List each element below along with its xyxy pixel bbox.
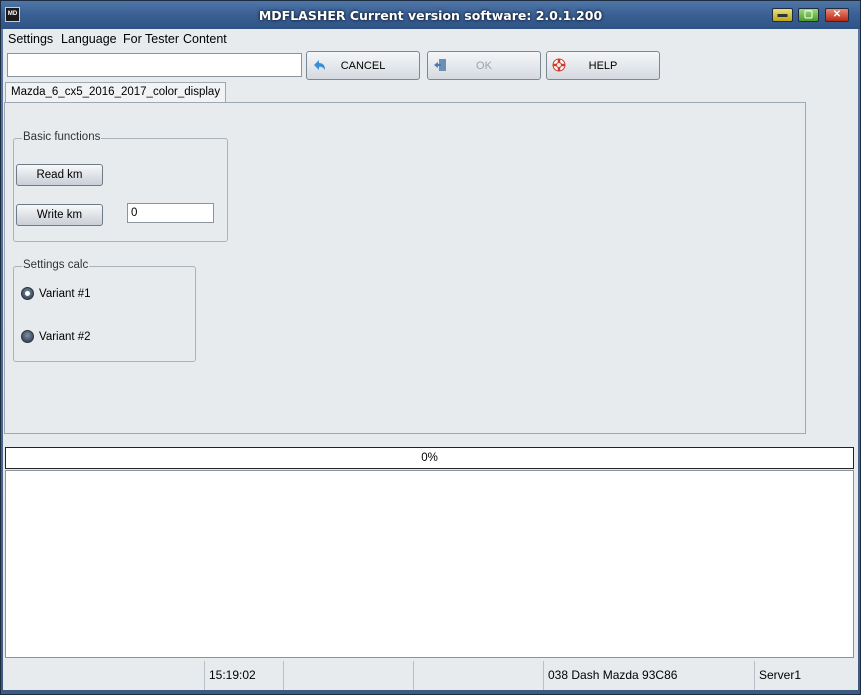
status-cell-3 — [283, 661, 413, 690]
cancel-label: CANCEL — [340, 60, 386, 72]
status-cell-1 — [3, 661, 203, 690]
menu-language[interactable]: Language — [61, 32, 117, 46]
close-button[interactable]: ✕ — [825, 8, 849, 22]
settings-calc-group: Settings calc Variant #1 Variant #2 — [13, 259, 196, 362]
settings-calc-legend: Settings calc — [22, 259, 90, 271]
toolbar-input[interactable] — [7, 53, 302, 77]
client-area: Settings Language For Tester Content CAN… — [3, 29, 858, 690]
log-area[interactable] — [5, 470, 854, 658]
variant-1-label[interactable]: Variant #1 — [39, 288, 91, 300]
tab-panel: Basic functions Read km Write km Setting… — [4, 102, 806, 434]
variant-2-label[interactable]: Variant #2 — [39, 331, 91, 343]
ok-button[interactable]: OK — [427, 51, 541, 80]
minimize-icon: ▬ — [777, 9, 788, 20]
title-bar[interactable]: MD MDFLASHER Current version software: 2… — [1, 1, 860, 29]
window-title: MDFLASHER Current version software: 2.0.… — [258, 8, 603, 23]
maximize-button[interactable]: ▢ — [798, 8, 819, 22]
status-server: Server1 — [754, 661, 858, 690]
ok-label: OK — [476, 60, 492, 72]
help-button[interactable]: HELP — [546, 51, 660, 80]
close-icon: ✕ — [832, 9, 842, 20]
status-cell-4 — [413, 661, 543, 690]
minimize-button[interactable]: ▬ — [772, 8, 793, 22]
help-label: HELP — [588, 60, 618, 72]
progress-bar: 0% — [5, 447, 854, 469]
read-km-button[interactable]: Read km — [16, 164, 103, 186]
status-device: 038 Dash Mazda 93C86 — [543, 661, 753, 690]
cancel-button[interactable]: CANCEL — [306, 51, 420, 80]
menu-bar: Settings Language For Tester Content — [3, 29, 858, 49]
menu-content[interactable]: Content — [183, 32, 227, 46]
tab-mazda-color-display[interactable]: Mazda_6_cx5_2016_2017_color_display — [5, 82, 227, 103]
status-time: 15:19:02 — [204, 661, 283, 690]
menu-settings[interactable]: Settings — [8, 32, 53, 46]
write-km-button[interactable]: Write km — [16, 204, 103, 226]
basic-functions-group: Basic functions Read km Write km — [13, 131, 228, 242]
maximize-icon: ▢ — [803, 9, 814, 20]
app-window: MD MDFLASHER Current version software: 2… — [0, 0, 861, 695]
progress-text: 0% — [421, 452, 438, 464]
km-value-field[interactable] — [127, 203, 214, 223]
variant-1-radio[interactable] — [21, 287, 34, 300]
menu-for-tester[interactable]: For Tester — [123, 32, 179, 46]
variant-2-radio[interactable] — [21, 330, 34, 343]
basic-functions-legend: Basic functions — [22, 131, 102, 143]
status-bar: 15:19:02 038 Dash Mazda 93C86 Server1 — [3, 661, 858, 690]
